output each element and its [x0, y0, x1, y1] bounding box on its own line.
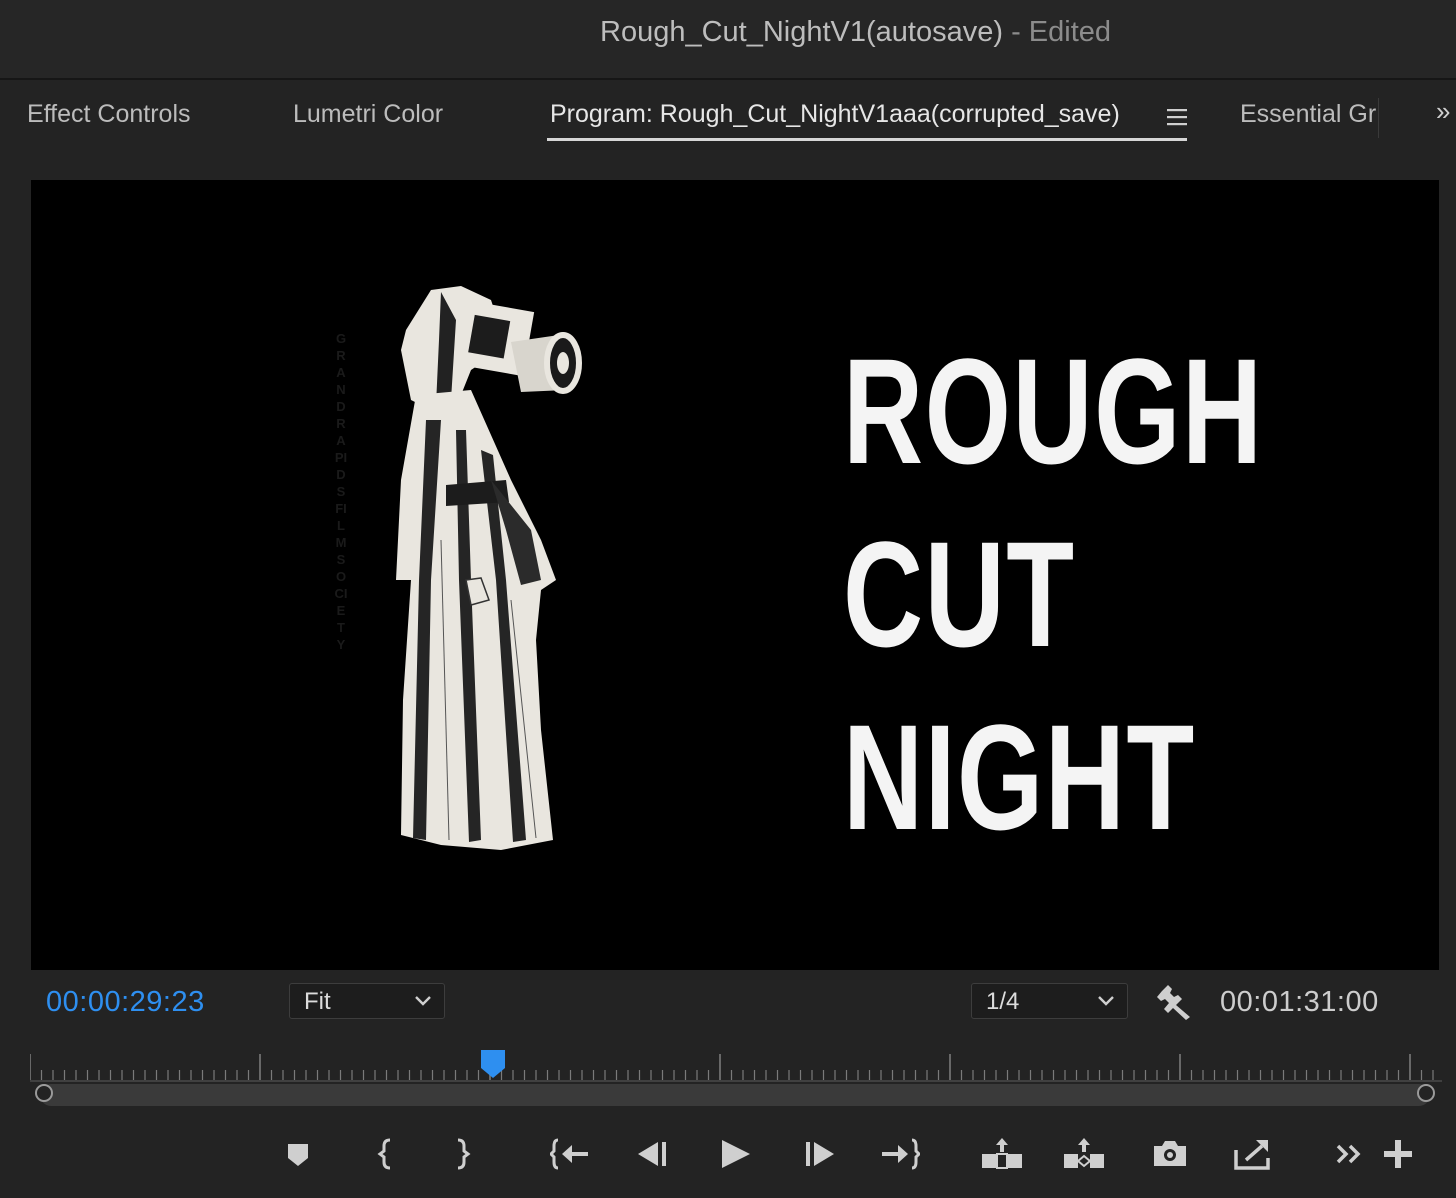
- playback-resolution-select[interactable]: 1/4: [971, 983, 1128, 1019]
- edited-status: - Edited: [1003, 16, 1112, 48]
- play-icon: [722, 1140, 750, 1168]
- zoom-scroll-bar[interactable]: [40, 1084, 1430, 1106]
- zoom-level-select[interactable]: Fit: [289, 983, 445, 1019]
- poster-line-rough: ROUGH: [843, 327, 1264, 495]
- tab-program-monitor[interactable]: Program: Rough_Cut_NightV1aaa(corrupted_…: [550, 100, 1120, 129]
- time-ruler[interactable]: [30, 1050, 1442, 1082]
- export-frame-icon: [1154, 1141, 1186, 1166]
- robed-figure-camera-head-illustration: [396, 286, 582, 850]
- playback-resolution-value: 1/4: [986, 988, 1020, 1015]
- insert-icon: [1234, 1140, 1270, 1170]
- mark-out-icon: [457, 1138, 471, 1170]
- panel-tab-bar: Effect Controls Lumetri Color Program: R…: [0, 80, 1456, 166]
- zoom-handle-right[interactable]: [1417, 1084, 1435, 1102]
- chevron-down-icon: [415, 996, 431, 1006]
- poster-line-cut: CUT: [843, 510, 1076, 678]
- tab-lumetri-color[interactable]: Lumetri Color: [293, 100, 443, 129]
- go-to-out-icon: [882, 1138, 922, 1170]
- current-timecode[interactable]: 00:00:29:23: [46, 986, 205, 1019]
- playhead[interactable]: [479, 1048, 507, 1080]
- tab-divider: [1378, 98, 1379, 138]
- lift-button[interactable]: [982, 1134, 1022, 1174]
- go-to-in-icon: [548, 1138, 588, 1170]
- extract-button[interactable]: [1064, 1134, 1104, 1174]
- go-to-in-button[interactable]: [548, 1134, 590, 1174]
- add-button[interactable]: [1378, 1134, 1418, 1174]
- poster-line-night: NIGHT: [843, 693, 1196, 861]
- extract-icon: [1064, 1138, 1104, 1168]
- mark-in-icon: [377, 1138, 391, 1170]
- more-controls-button[interactable]: [1330, 1134, 1370, 1174]
- title-bar: Rough_Cut_NightV1(autosave) - Edited: [0, 0, 1456, 80]
- export-frame-button[interactable]: [1150, 1134, 1190, 1174]
- mark-in-button[interactable]: [366, 1134, 406, 1174]
- zoom-level-value: Fit: [304, 988, 331, 1015]
- panel-menu-icon[interactable]: [1165, 106, 1189, 128]
- chevron-down-icon: [1098, 996, 1114, 1006]
- active-tab-indicator: [547, 138, 1187, 141]
- project-name: Rough_Cut_NightV1(autosave): [600, 16, 1004, 48]
- zoom-handle-left[interactable]: [35, 1084, 53, 1102]
- add-marker-icon: [288, 1144, 308, 1166]
- step-back-icon: [638, 1142, 666, 1166]
- add-marker-button[interactable]: [278, 1134, 318, 1174]
- mark-out-button[interactable]: [442, 1134, 482, 1174]
- window-title: Rough_Cut_NightV1(autosave) - Edited: [600, 16, 1111, 49]
- tab-effect-controls[interactable]: Effect Controls: [27, 100, 191, 129]
- poster-title: ROUGH CUT NIGHT: [843, 320, 1264, 869]
- tab-essential-graphics[interactable]: Essential Gr: [1240, 100, 1376, 129]
- step-forward-button[interactable]: [800, 1134, 840, 1174]
- add-button-icon: [1384, 1140, 1412, 1168]
- lift-icon: [982, 1138, 1022, 1169]
- program-monitor-viewer[interactable]: GRAND RAPIDS FILM SOCIETY ROUGH CUT NIGH…: [31, 180, 1439, 970]
- more-tabs-icon[interactable]: »: [1436, 96, 1450, 127]
- insert-button[interactable]: [1232, 1134, 1272, 1174]
- wrench-settings-icon[interactable]: [1156, 983, 1194, 1021]
- duration-timecode: 00:01:31:00: [1220, 986, 1379, 1018]
- play-button[interactable]: [714, 1134, 754, 1174]
- go-to-out-button[interactable]: [880, 1134, 922, 1174]
- step-back-button[interactable]: [632, 1134, 672, 1174]
- step-forward-icon: [806, 1142, 834, 1166]
- more-controls-icon: [1336, 1144, 1361, 1164]
